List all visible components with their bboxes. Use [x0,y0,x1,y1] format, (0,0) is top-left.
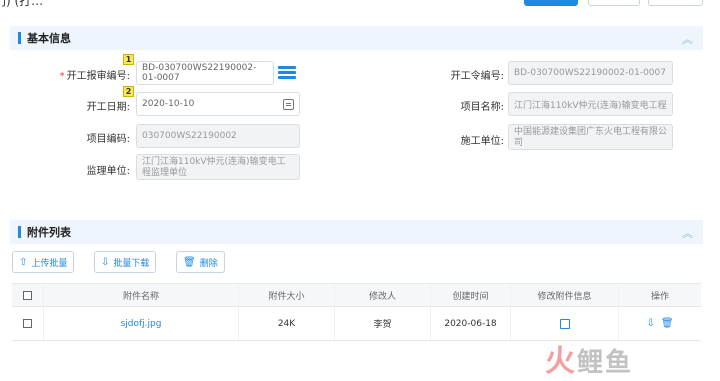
project-name-field[interactable]: 江门江海110kV仲元(连海)输变电工程 [508,92,673,116]
secondary-action-button[interactable] [588,0,640,6]
attachment-created: 2020-06-18 [431,307,511,340]
supervisor-field[interactable]: 江门江海110kV仲元(连海)输变电工程监理单位 [136,154,300,180]
download-icon: ⇩ [101,256,110,268]
report-no-field[interactable]: BD-030700WS22190002-01-0007 [136,61,274,85]
trash-icon: 🗑 [183,256,196,268]
column-header: 修改人 [335,284,431,306]
project-code-label: 项目编码: [86,134,130,145]
calendar-icon[interactable] [283,99,294,110]
batch-upload-button[interactable]: ⇧ 上传批量 [12,251,75,273]
order-no-label: 开工令编号: [450,71,504,82]
start-date-label: 开工日期: [86,102,130,113]
double-chevron-up-icon[interactable]: ︽ [682,225,693,241]
column-header: 修改附件信息 [511,284,619,306]
contractor-label: 施工单位: [460,136,504,147]
delete-button[interactable]: 🗑 删除 [176,251,225,273]
select-all-checkbox[interactable] [23,290,32,300]
order-no-field[interactable]: BD-030700WS22190002-01-0007 [508,61,673,85]
project-name-label: 项目名称: [460,102,504,113]
step-badge: 2 [123,86,134,97]
column-header: 操作 [650,291,669,302]
watermark-logo: 火鲤鱼 [545,344,634,379]
row-checkbox[interactable] [23,319,32,328]
attachment-modifier: 李贺 [335,307,431,340]
required-mark: * [59,71,65,82]
section-title: 基本信息 [27,32,71,45]
section-title: 附件列表 [27,226,71,239]
batch-download-button[interactable]: ⇩ 批量下载 [94,251,157,273]
project-code-field[interactable]: 030700WS22190002 [136,124,300,148]
edit-icon[interactable] [559,318,570,329]
basic-info-header: 基本信息 ︽ [10,26,703,50]
contractor-field[interactable]: 中国能源建设集团广东火电工程有限公司 [508,124,673,150]
attachment-table: 附件名称 附件大小 修改人 创建时间 修改附件信息 操作 sjdofj.jpg … [12,283,701,341]
section-accent-bar [18,32,21,44]
column-header: 创建时间 [431,284,511,306]
column-header: 附件大小 [239,284,335,306]
column-header: 附件名称 [44,284,239,306]
trash-icon[interactable]: 🗑 [661,318,674,329]
tertiary-action-button[interactable] [648,0,703,6]
report-no-label: * 开工报审编号: [59,71,130,82]
download-icon[interactable]: ⇩ [646,318,654,329]
supervisor-label: 监理单位: [86,166,130,177]
attachment-size: 24K [239,307,335,340]
upload-icon: ⇧ [19,256,28,268]
breadcrumb: 门) (打… [0,0,44,8]
table-header: 附件名称 附件大小 修改人 创建时间 修改附件信息 操作 [12,283,701,307]
list-select-icon[interactable] [278,65,296,81]
double-chevron-up-icon[interactable]: ︽ [682,31,693,47]
attachment-header: 附件列表 ︽ [10,220,703,244]
section-accent-bar [18,226,21,238]
start-date-field[interactable]: 2020-10-10 [136,92,300,116]
attachment-name-link[interactable]: sjdofj.jpg [44,307,239,340]
step-badge: 1 [123,54,134,65]
primary-action-button[interactable] [524,0,578,6]
